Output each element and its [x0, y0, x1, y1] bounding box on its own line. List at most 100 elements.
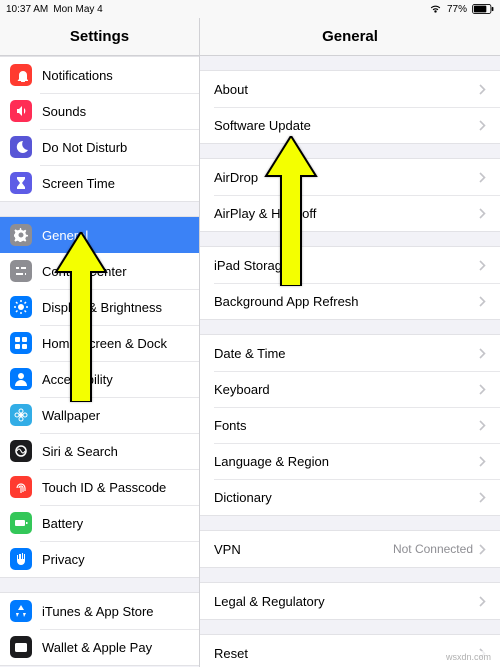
- detail-row-label: VPN: [214, 542, 393, 557]
- detail-pane[interactable]: General About Software Update AirDrop AirPl…: [200, 18, 500, 667]
- sidebar-title: Settings: [70, 28, 129, 45]
- appstore-icon: [10, 600, 32, 622]
- detail-row-label: AirDrop: [214, 170, 479, 185]
- sidebar-item-dnd[interactable]: Do Not Disturb: [0, 129, 199, 165]
- settings-sidebar[interactable]: Settings Notifications Sounds Do Not Distu…: [0, 18, 200, 667]
- sidebar-item-sounds[interactable]: Sounds: [0, 93, 199, 129]
- chevron-right-icon: [479, 456, 486, 467]
- sidebar-item-label: Screen Time: [42, 176, 189, 191]
- sidebar-item-wallpaper[interactable]: Wallpaper: [0, 397, 199, 433]
- sidebar-item-siri[interactable]: Siri & Search: [0, 433, 199, 469]
- sidebar-item-label: Sounds: [42, 104, 189, 119]
- wifi-icon: [429, 4, 442, 14]
- sidebar-header: Settings: [0, 18, 199, 56]
- sidebar-item-label: Display & Brightness: [42, 300, 189, 315]
- battery-pct: 77%: [447, 4, 467, 15]
- detail-row-label: AirPlay & Handoff: [214, 206, 479, 221]
- detail-row-label: Date & Time: [214, 346, 479, 361]
- sidebar-item-notifications[interactable]: Notifications: [0, 57, 199, 93]
- battery-icon: [472, 4, 494, 14]
- sidebar-item-label: Wallpaper: [42, 408, 189, 423]
- sidebar-item-privacy[interactable]: Privacy: [0, 541, 199, 577]
- detail-row-airdrop[interactable]: AirDrop: [200, 159, 500, 195]
- detail-row-airplay-handoff[interactable]: AirPlay & Handoff: [200, 195, 500, 231]
- detail-row-label: Fonts: [214, 418, 479, 433]
- detail-row-ipad-storage[interactable]: iPad Storage: [200, 247, 500, 283]
- sidebar-item-label: Control Center: [42, 264, 189, 279]
- detail-row-label: Background App Refresh: [214, 294, 479, 309]
- sidebar-item-label: Accessibility: [42, 372, 189, 387]
- sidebar-item-homescreen[interactable]: Home Screen & Dock: [0, 325, 199, 361]
- detail-row-label: Keyboard: [214, 382, 479, 397]
- chevron-right-icon: [479, 208, 486, 219]
- sliders-icon: [10, 260, 32, 282]
- detail-row-legal-regulatory[interactable]: Legal & Regulatory: [200, 583, 500, 619]
- chevron-right-icon: [479, 296, 486, 307]
- grid-icon: [10, 332, 32, 354]
- chevron-right-icon: [479, 596, 486, 607]
- sidebar-item-controlcenter[interactable]: Control Center: [0, 253, 199, 289]
- sidebar-item-general[interactable]: General: [0, 217, 199, 253]
- detail-row-date-time[interactable]: Date & Time: [200, 335, 500, 371]
- moon-icon: [10, 136, 32, 158]
- sidebar-item-accessibility[interactable]: Accessibility: [0, 361, 199, 397]
- detail-header: General: [200, 18, 500, 56]
- gear-icon: [10, 224, 32, 246]
- detail-row-background-app-refresh[interactable]: Background App Refresh: [200, 283, 500, 319]
- status-date: Mon May 4: [53, 4, 102, 15]
- sidebar-item-label: Do Not Disturb: [42, 140, 189, 155]
- bell-icon: [10, 64, 32, 86]
- sidebar-item-label: Wallet & Apple Pay: [42, 640, 189, 655]
- flower-icon: [10, 404, 32, 426]
- sidebar-item-label: iTunes & App Store: [42, 604, 189, 619]
- sidebar-item-screentime[interactable]: Screen Time: [0, 165, 199, 201]
- chevron-right-icon: [479, 120, 486, 131]
- detail-row-label: Language & Region: [214, 454, 479, 469]
- sidebar-item-display[interactable]: Display & Brightness: [0, 289, 199, 325]
- detail-row-software-update[interactable]: Software Update: [200, 107, 500, 143]
- detail-row-label: Software Update: [214, 118, 479, 133]
- detail-row-vpn[interactable]: VPNNot Connected: [200, 531, 500, 567]
- status-bar: 10:37 AM Mon May 4 77%: [0, 0, 500, 18]
- sidebar-item-label: Home Screen & Dock: [42, 336, 189, 351]
- sidebar-item-battery[interactable]: Battery: [0, 505, 199, 541]
- wallet-icon: [10, 636, 32, 658]
- detail-row-language-region[interactable]: Language & Region: [200, 443, 500, 479]
- chevron-right-icon: [479, 348, 486, 359]
- sidebar-item-touchid[interactable]: Touch ID & Passcode: [0, 469, 199, 505]
- chevron-right-icon: [479, 492, 486, 503]
- sidebar-item-label: General: [42, 228, 189, 243]
- sidebar-item-itunes[interactable]: iTunes & App Store: [0, 593, 199, 629]
- detail-row-label: iPad Storage: [214, 258, 479, 273]
- sidebar-item-label: Touch ID & Passcode: [42, 480, 189, 495]
- detail-row-dictionary[interactable]: Dictionary: [200, 479, 500, 515]
- detail-title: General: [322, 28, 378, 45]
- sidebar-item-label: Siri & Search: [42, 444, 189, 459]
- person-icon: [10, 368, 32, 390]
- chevron-right-icon: [479, 384, 486, 395]
- sidebar-item-label: Battery: [42, 516, 189, 531]
- hourglass-icon: [10, 172, 32, 194]
- detail-row-label: Reset: [214, 646, 479, 661]
- detail-row-label: Dictionary: [214, 490, 479, 505]
- detail-row-fonts[interactable]: Fonts: [200, 407, 500, 443]
- detail-row-label: About: [214, 82, 479, 97]
- detail-row-value: Not Connected: [393, 542, 473, 556]
- detail-row-about[interactable]: About: [200, 71, 500, 107]
- chevron-right-icon: [479, 420, 486, 431]
- fingerprint-icon: [10, 476, 32, 498]
- watermark: wsxdn.com: [443, 651, 494, 663]
- chevron-right-icon: [479, 260, 486, 271]
- speaker-icon: [10, 100, 32, 122]
- sidebar-item-label: Notifications: [42, 68, 189, 83]
- sidebar-item-label: Privacy: [42, 552, 189, 567]
- chevron-right-icon: [479, 84, 486, 95]
- siri-icon: [10, 440, 32, 462]
- chevron-right-icon: [479, 544, 486, 555]
- hand-icon: [10, 548, 32, 570]
- sidebar-item-wallet[interactable]: Wallet & Apple Pay: [0, 629, 199, 665]
- detail-row-label: Legal & Regulatory: [214, 594, 479, 609]
- status-time: 10:37 AM: [6, 4, 48, 15]
- detail-row-keyboard[interactable]: Keyboard: [200, 371, 500, 407]
- chevron-right-icon: [479, 172, 486, 183]
